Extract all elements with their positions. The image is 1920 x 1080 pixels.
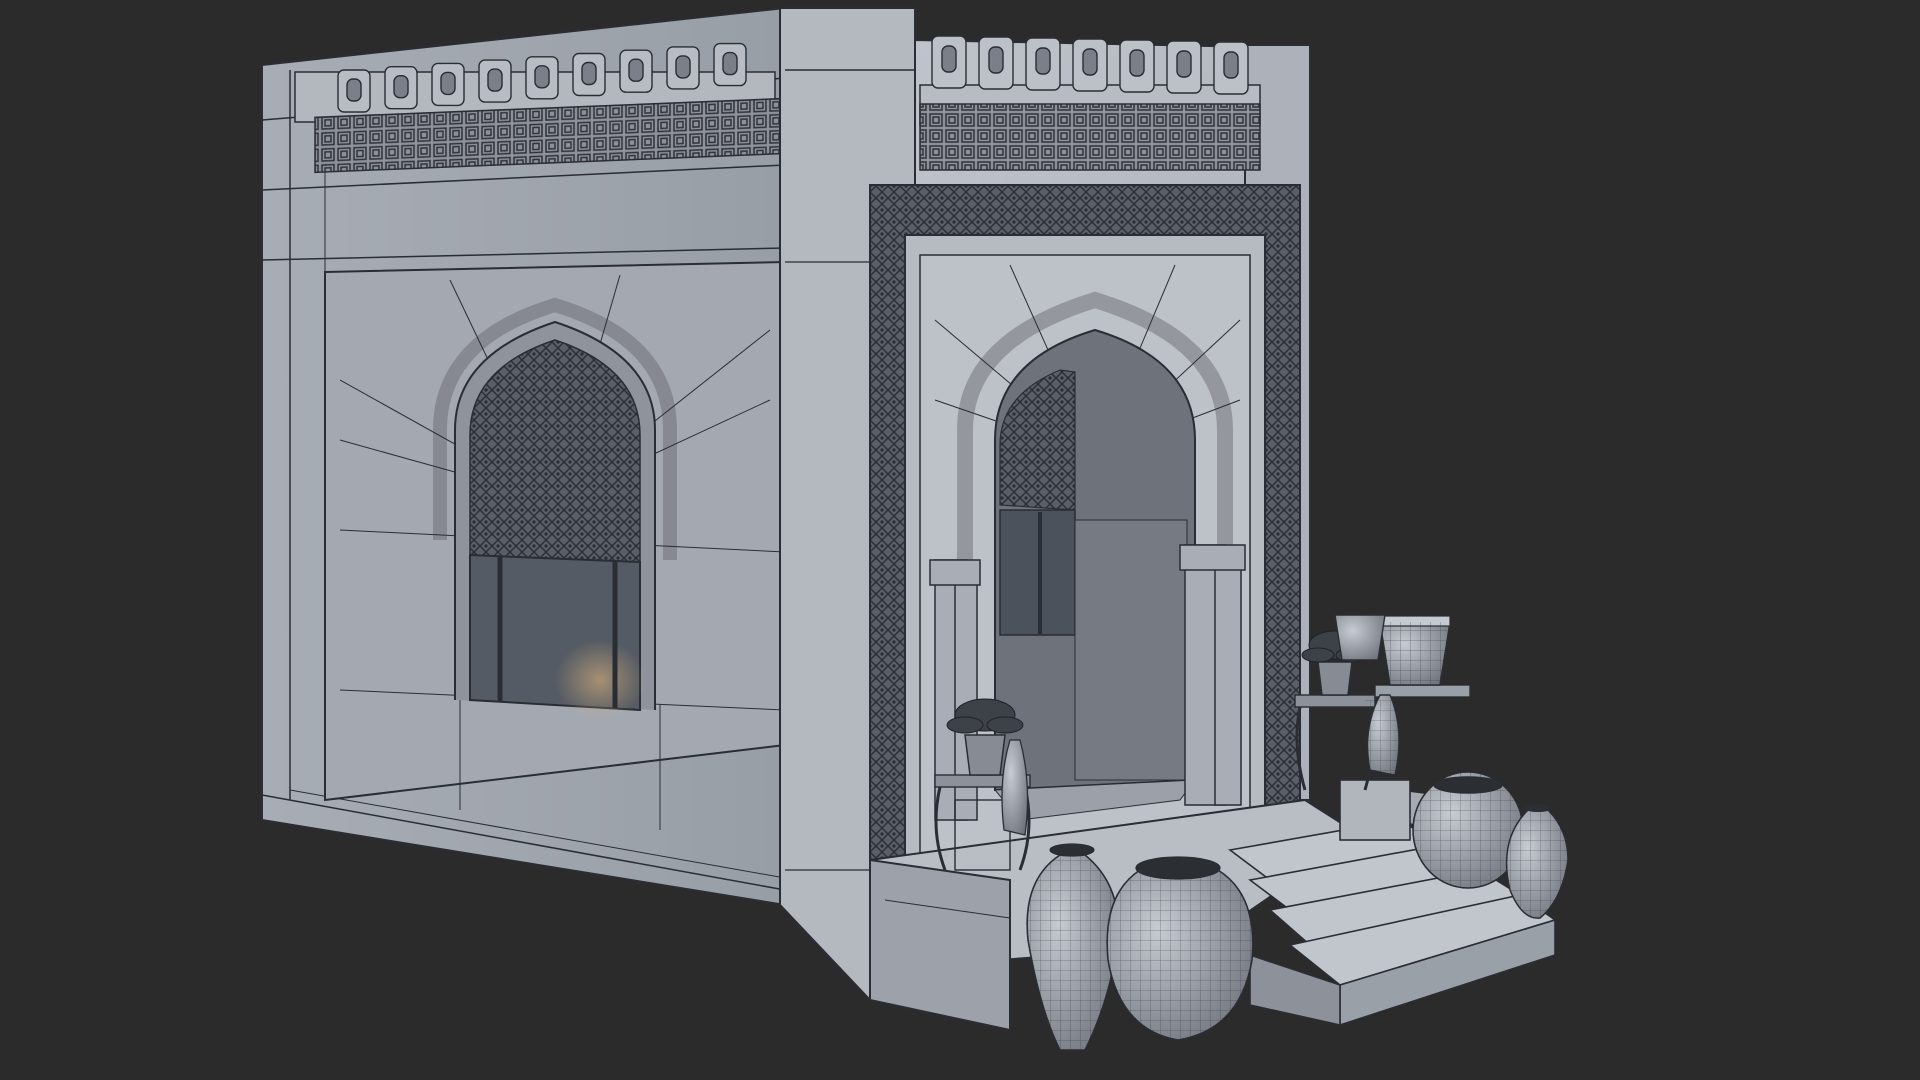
merlon [1166,40,1202,94]
merlon [931,35,967,89]
round-pot [1106,856,1254,1041]
small-vase-right [1365,694,1400,776]
merlon [978,36,1014,90]
slender-vase-porch [1001,739,1029,836]
merlon [572,52,606,97]
merlon [1119,39,1155,93]
merlon [1025,37,1061,91]
merlon [713,42,747,87]
merlon [384,65,418,110]
basket-back [1334,614,1386,661]
basket-right [1379,615,1451,686]
merlon [525,56,559,100]
merlon [1072,38,1108,92]
merlon [431,62,465,107]
side-window-panel [324,260,786,830]
front-frieze [919,103,1261,171]
render-viewport [261,6,1569,1051]
merlon [1213,41,1249,95]
merlon [478,59,512,103]
merlon [337,69,371,113]
stair-side-block [1339,779,1411,841]
merlon [666,46,700,90]
merlon [619,49,653,93]
